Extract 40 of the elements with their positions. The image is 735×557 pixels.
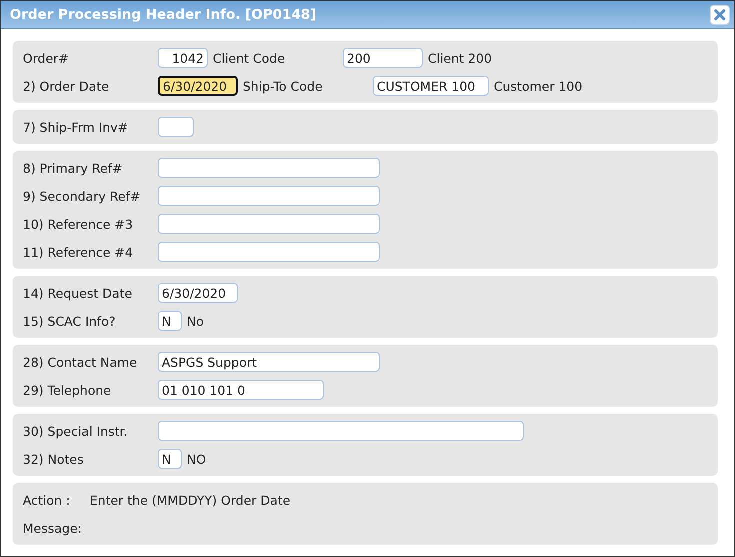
input-field[interactable]: N [158,449,182,469]
input-field[interactable]: CUSTOMER 100 [373,76,489,96]
input-field[interactable]: 1042 [158,48,208,68]
field-label: Client Code [212,50,286,66]
field-description: Customer 100 [493,78,583,94]
field-label: 28) Contact Name [23,354,138,370]
input-field[interactable] [158,117,194,137]
action-label: Action : [23,492,72,508]
field-description: Client 200 [427,50,492,66]
input-field[interactable] [158,242,380,262]
input-field[interactable]: N [158,311,182,331]
field-label: 7) Ship-Frm Inv# [23,120,130,134]
field-label: 8) Primary Ref# [23,160,124,176]
input-field[interactable]: 01 010 101 0 [158,380,324,400]
close-icon [714,8,726,20]
field-label: 11) Reference #4 [23,244,134,260]
window-title: Order Processing Header Info. [OP0148] [10,6,317,22]
field-label: 10) Reference #3 [23,216,134,232]
field-label: 32) Notes [23,452,85,466]
input-field[interactable] [158,421,524,441]
field-label: 14) Request Date [23,286,134,300]
field-label: Order# [23,50,70,66]
field-label: 15) SCAC Info? [23,314,117,328]
input-field[interactable]: ASPGS Support [158,352,380,372]
input-field[interactable] [158,214,380,234]
field-label: Ship-To Code [242,78,324,94]
field-description: NO [186,452,206,466]
field-label: 30) Special Instr. [23,424,129,438]
action-text: Enter the (MMDDYY) Order Date [90,492,291,508]
message-label: Message: [23,520,82,536]
input-field[interactable]: 6/30/2020 [158,283,238,303]
input-field[interactable] [158,158,380,178]
close-button[interactable] [710,4,730,24]
field-label: 2) Order Date [23,78,110,94]
input-field[interactable] [158,186,380,206]
input-field[interactable]: 200 [343,48,423,68]
field-label: 29) Telephone [23,382,112,398]
field-label: 9) Secondary Ref# [23,188,142,204]
input-field[interactable]: 6/30/2020 [158,76,238,96]
field-description: No [186,314,204,328]
